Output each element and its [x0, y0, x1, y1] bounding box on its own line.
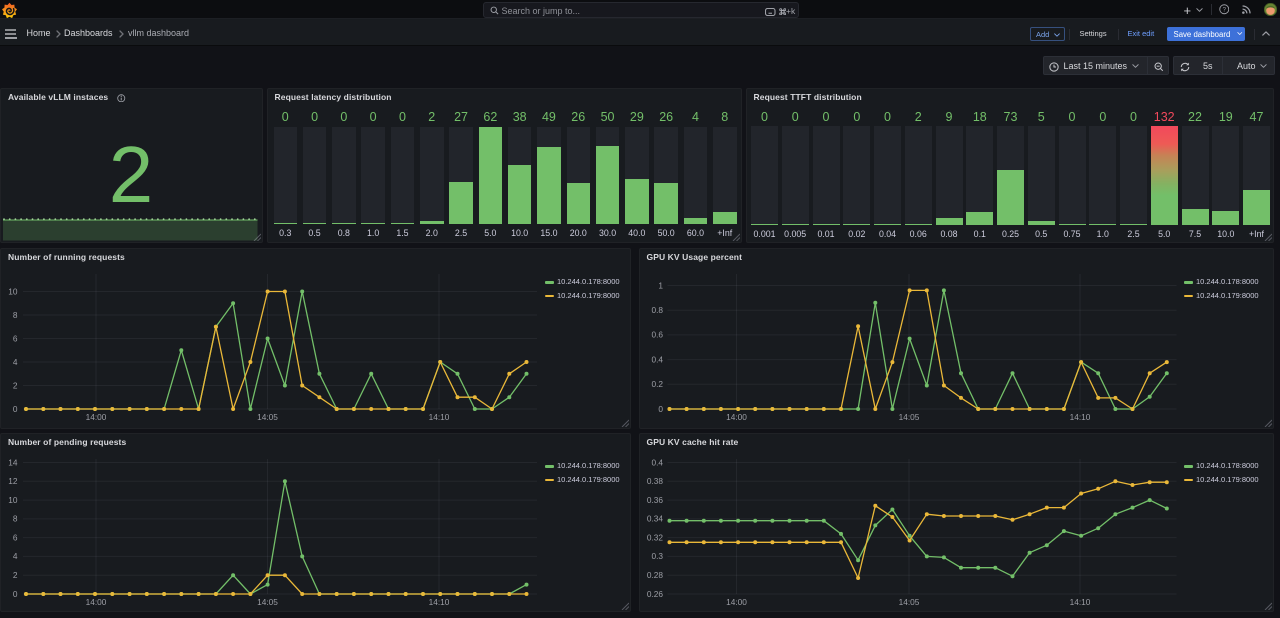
svg-text:0: 0	[658, 403, 663, 413]
svg-text:14:05: 14:05	[257, 597, 278, 607]
svg-text:1: 1	[658, 280, 663, 290]
svg-text:0.3: 0.3	[651, 551, 663, 561]
svg-text:0.38: 0.38	[646, 476, 663, 486]
svg-text:0.8: 0.8	[651, 305, 663, 315]
svg-text:12: 12	[8, 476, 18, 486]
svg-text:14:00: 14:00	[726, 597, 747, 607]
svg-text:14:10: 14:10	[429, 412, 450, 422]
svg-text:2: 2	[13, 380, 18, 390]
svg-text:0.36: 0.36	[646, 494, 663, 504]
svg-text:14:05: 14:05	[257, 412, 278, 422]
svg-text:8: 8	[13, 513, 18, 523]
svg-text:0.28: 0.28	[646, 570, 663, 580]
svg-text:14:10: 14:10	[1069, 412, 1090, 422]
svg-text:14:00: 14:00	[86, 597, 107, 607]
svg-text:4: 4	[13, 356, 18, 366]
svg-text:0.4: 0.4	[651, 354, 663, 364]
svg-text:0: 0	[13, 588, 18, 598]
svg-text:?: ?	[1222, 7, 1226, 14]
svg-text:14:00: 14:00	[726, 412, 747, 422]
svg-text:0.6: 0.6	[651, 329, 663, 339]
svg-text:14:00: 14:00	[86, 412, 107, 422]
svg-text:0.26: 0.26	[646, 588, 663, 598]
svg-text:0.32: 0.32	[646, 532, 663, 542]
svg-text:0.2: 0.2	[651, 379, 663, 389]
svg-text:2: 2	[13, 570, 18, 580]
svg-text:10: 10	[8, 494, 18, 504]
svg-text:0: 0	[13, 403, 18, 413]
svg-text:14:10: 14:10	[1069, 597, 1090, 607]
svg-text:0.4: 0.4	[651, 457, 663, 467]
svg-text:0.34: 0.34	[646, 513, 663, 523]
svg-text:14:10: 14:10	[429, 597, 450, 607]
svg-text:14:05: 14:05	[898, 412, 919, 422]
svg-text:14: 14	[8, 457, 18, 467]
svg-text:8: 8	[13, 309, 18, 319]
svg-text:6: 6	[13, 333, 18, 343]
svg-text:6: 6	[13, 532, 18, 542]
svg-text:14:05: 14:05	[898, 597, 919, 607]
svg-text:10: 10	[8, 286, 18, 296]
svg-text:4: 4	[13, 551, 18, 561]
